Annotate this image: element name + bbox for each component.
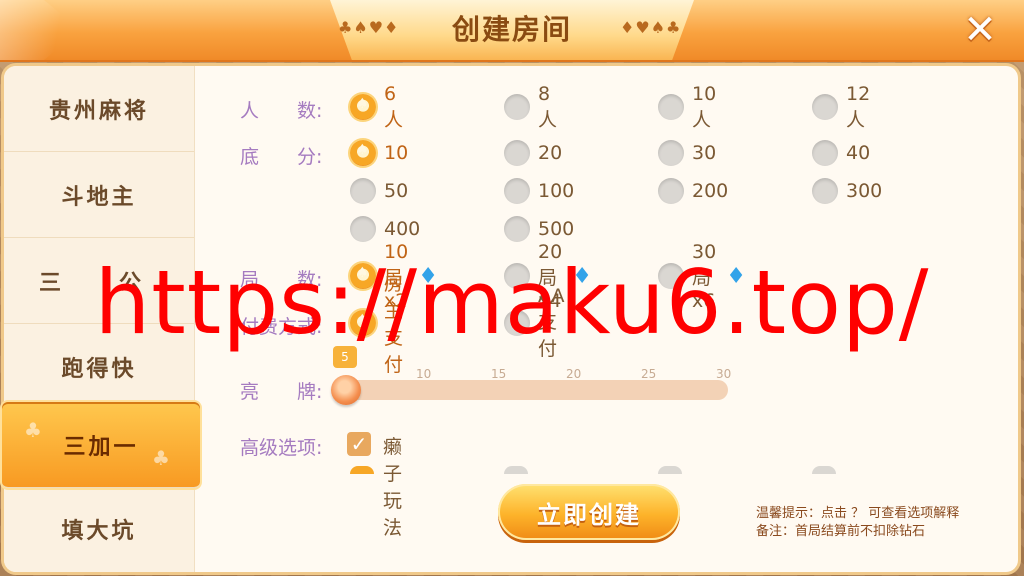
base-score-option[interactable]: 30 bbox=[658, 139, 716, 167]
diamond-icon: ♦ bbox=[418, 263, 438, 289]
slider-tick: 20 bbox=[566, 367, 582, 381]
game-type-sidebar: 贵州麻将 斗地主 三 公 跑得快 ♣ ♣ 三加一 填大坑 bbox=[2, 66, 200, 572]
sidebar-item-label: 三 公 bbox=[38, 270, 159, 296]
advanced-label: 高级选项: bbox=[240, 437, 323, 459]
base-score-option[interactable]: 100 bbox=[504, 177, 574, 205]
radio-icon bbox=[504, 263, 530, 289]
payment-option[interactable]: 房主支付 bbox=[350, 273, 403, 376]
create-room-button[interactable]: 立即创建 bbox=[498, 484, 680, 540]
players-option[interactable]: 10人 bbox=[658, 83, 716, 131]
radio-icon bbox=[504, 178, 530, 204]
spade-radio-icon bbox=[350, 140, 376, 166]
radio-icon bbox=[504, 310, 530, 336]
show-cards-label: 亮 牌: bbox=[240, 381, 323, 403]
close-icon: ✕ bbox=[963, 7, 997, 53]
sidebar-item-paodekuai[interactable]: 跑得快 bbox=[4, 324, 194, 410]
radio-icon bbox=[658, 140, 684, 166]
radio-icon bbox=[812, 94, 838, 120]
radio-icon bbox=[658, 178, 684, 204]
radio-icon bbox=[504, 216, 530, 242]
radio-icon bbox=[504, 466, 528, 474]
rounds-option[interactable]: 30局x6 ♦ bbox=[658, 241, 746, 312]
sidebar-item-label: 填大坑 bbox=[61, 519, 137, 544]
spade-radio-icon bbox=[350, 94, 376, 120]
players-label: 人 数: bbox=[240, 100, 323, 122]
base-score-option[interactable]: 400 bbox=[350, 215, 420, 243]
radio-icon bbox=[812, 466, 836, 474]
wildcard-checkbox-label[interactable]: 癞子玩法 bbox=[383, 432, 402, 540]
show-cards-slider-knob[interactable] bbox=[331, 375, 361, 405]
diamond-icon: ♦ bbox=[572, 263, 592, 289]
base-score-option[interactable]: 200 bbox=[658, 177, 728, 205]
radio-icon bbox=[350, 178, 376, 204]
slider-tick: 15 bbox=[491, 367, 507, 381]
base-score-option[interactable]: 40 bbox=[812, 139, 870, 167]
rounds-label: 局 数: bbox=[240, 269, 323, 291]
sidebar-item-sangong[interactable]: 三 公 bbox=[4, 238, 194, 324]
check-icon: ✓ bbox=[350, 432, 368, 456]
spade-radio-icon bbox=[350, 310, 376, 336]
base-score-option[interactable]: 500 bbox=[504, 215, 574, 243]
create-room-button-label: 立即创建 bbox=[537, 500, 641, 529]
sidebar-item-label: 跑得快 bbox=[61, 356, 137, 382]
players-option[interactable]: 6人 bbox=[350, 83, 403, 131]
page-title: 创建房间 bbox=[451, 13, 572, 46]
payment-label: 付费方式: bbox=[240, 316, 323, 338]
sidebar-item-guizhou-mahjong[interactable]: 贵州麻将 bbox=[4, 66, 194, 152]
club-icon: ♣ bbox=[152, 446, 173, 470]
sidebar-item-tiandakeng[interactable]: 填大坑 bbox=[4, 486, 194, 572]
sidebar-item-label: 贵州麻将 bbox=[48, 98, 149, 124]
sidebar-item-label: 三加一 bbox=[63, 434, 139, 460]
radio-icon bbox=[658, 94, 684, 120]
radio-icon bbox=[350, 216, 376, 242]
radio-icon bbox=[504, 94, 530, 120]
sidebar-item-doudizhu[interactable]: 斗地主 bbox=[4, 152, 194, 238]
slider-tick: 25 bbox=[641, 367, 657, 381]
wildcard-checkbox[interactable]: ✓ bbox=[347, 432, 371, 456]
radio-icon bbox=[350, 466, 374, 474]
radio-icon bbox=[812, 178, 838, 204]
base-score-option[interactable]: 20 bbox=[504, 139, 562, 167]
radio-icon bbox=[658, 466, 682, 474]
base-score-label: 底 分: bbox=[240, 146, 323, 168]
radio-icon bbox=[812, 140, 838, 166]
sidebar-item-sanjiayi[interactable]: ♣ ♣ 三加一 bbox=[2, 402, 200, 488]
base-score-option[interactable]: 10 bbox=[350, 139, 408, 167]
radio-icon bbox=[658, 263, 684, 289]
diamond-icon: ♦ bbox=[726, 263, 746, 289]
note-text: 备注：首局结算前不扣除钻石 bbox=[756, 524, 926, 539]
spade-radio-icon bbox=[350, 263, 376, 289]
radio-icon bbox=[504, 140, 530, 166]
show-cards-slider-track[interactable] bbox=[338, 380, 728, 400]
slider-tick: 10 bbox=[416, 367, 432, 381]
sidebar-item-label: 斗地主 bbox=[61, 184, 137, 210]
slider-value-tooltip: 5 bbox=[333, 346, 357, 368]
base-score-option[interactable]: 300 bbox=[812, 177, 882, 205]
players-option[interactable]: 8人 bbox=[504, 83, 557, 131]
club-icon: ♣ bbox=[24, 418, 45, 442]
base-score-option[interactable]: 50 bbox=[350, 177, 408, 205]
slider-tick: 30 bbox=[716, 367, 732, 381]
payment-option[interactable]: AA支付 bbox=[504, 285, 565, 360]
hint-text: 温馨提示：点击 ？ 可查看选项解释 bbox=[756, 506, 960, 521]
players-option[interactable]: 12人 bbox=[812, 83, 870, 131]
close-button[interactable]: ✕ bbox=[948, 4, 1012, 56]
